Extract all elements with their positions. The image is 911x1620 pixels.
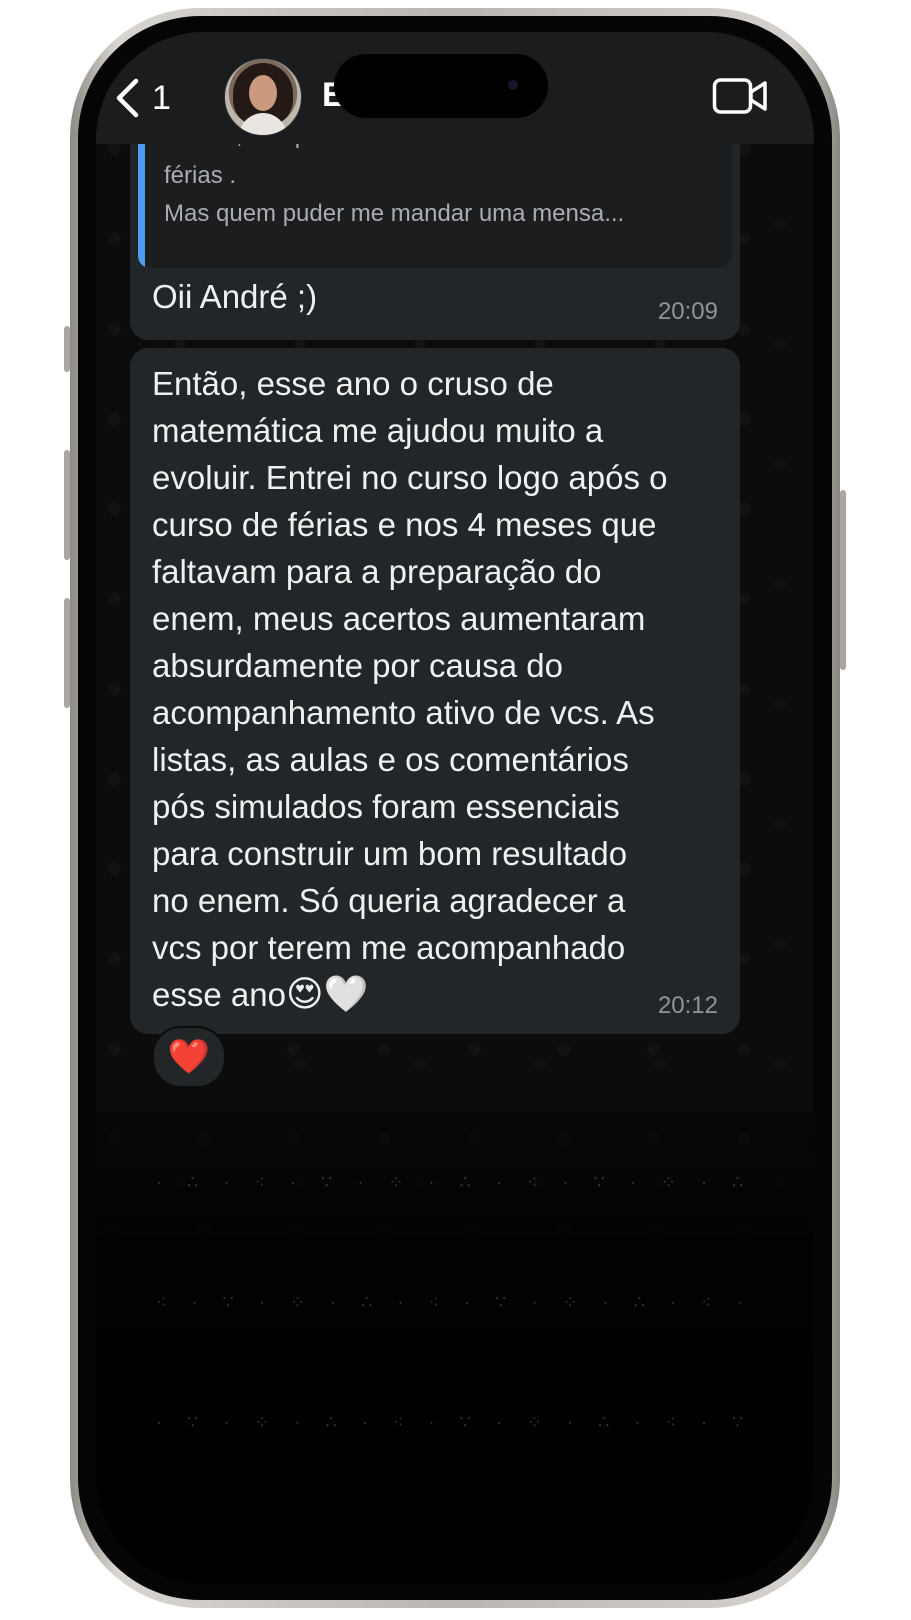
back-button[interactable]: 1	[114, 76, 171, 120]
message-line: listas, as aulas e os comentários	[152, 741, 629, 778]
quoted-text-line: Mas quem puder me mandar uma mensa...	[164, 200, 625, 227]
chat-header: 1 E D	[96, 32, 814, 144]
quoted-text-line: férias .	[164, 162, 237, 189]
message-line: pós simulados foram essenciais	[152, 788, 620, 825]
blurred-keyboard-area: · ∵ · ⁘ · ∴ · ⁖ · ∵ · ⁘ · ∴ · ⁖ · ∵	[156, 1412, 754, 1432]
message-line: para construir um bom resultado	[152, 835, 628, 872]
message-timestamp: 20:09	[657, 298, 718, 325]
contact-avatar[interactable]	[224, 58, 302, 136]
screenshot-stage: · ∴ · ⁖ · ∵ · ⁘ · ∴ · ⁖ · ∵ · ⁘ · ∴ ⁖ · …	[0, 0, 911, 1620]
message-bubble-reply[interactable]: Galera, sei que tá todo mundo curtindo a…	[130, 112, 740, 340]
dynamic-island	[334, 54, 548, 118]
message-bubble-long[interactable]: Então, esse ano o cruso de matemática me…	[130, 348, 740, 1034]
unread-count: 1	[152, 78, 171, 117]
phone-volume-down-button	[64, 598, 70, 708]
message-text: Oii André ;)	[152, 278, 318, 315]
reaction-heart-icon[interactable]: ❤️	[152, 1026, 226, 1088]
video-camera-icon	[712, 78, 767, 114]
blurred-keyboard-area: ⁖ · ∵ · ⁘ · ∴ · ⁖ · ∵ · ⁘ · ∴ · ⁖ ·	[156, 1292, 753, 1312]
blurred-keyboard-area: · ∴ · ⁖ · ∵ · ⁘ · ∴ · ⁖ · ∵ · ⁘ · ∴	[156, 1172, 754, 1192]
phone-power-button	[840, 490, 846, 670]
message-line: vcs por terem me acompanhado	[152, 929, 626, 966]
message-line: no enem. Só queria agradecer a	[152, 882, 626, 919]
message-line: enem, meus acertos aumentaram	[152, 600, 646, 637]
phone-volume-up-button	[64, 450, 70, 560]
message-line: faltavam para a preparação do	[152, 553, 602, 590]
emoji-heart-eyes-and-white-heart: 😍🤍	[285, 974, 369, 1015]
chevron-left-icon	[116, 78, 139, 118]
message-timestamp: 20:12	[657, 992, 718, 1019]
message-line: matemática me ajudou muito a	[152, 412, 604, 449]
message-text-block: Então, esse ano o cruso de matemática me…	[152, 360, 732, 1018]
message-line-text: esse ano	[152, 976, 286, 1013]
message-line: acompanhamento ativo de vcs. As	[152, 694, 655, 731]
phone-screen: · ∴ · ⁖ · ∵ · ⁘ · ∴ · ⁖ · ∵ · ⁘ · ∴ ⁖ · …	[96, 32, 814, 1584]
message-line: absurdamente por causa do	[152, 647, 563, 684]
video-call-button[interactable]	[712, 76, 768, 121]
dark-overlay: · ∴ · ⁖ · ∵ · ⁘ · ∴ · ⁖ · ∵ · ⁘ · ∴ ⁖ · …	[96, 1112, 814, 1584]
message-line: Então, esse ano o cruso de	[152, 365, 554, 402]
message-line: curso de férias e nos 4 meses que	[152, 506, 657, 543]
message-line: evoluir. Entrei no curso logo após o	[152, 459, 668, 496]
message-line-last: esse ano😍🤍	[152, 971, 732, 1018]
phone-action-button	[64, 326, 70, 372]
